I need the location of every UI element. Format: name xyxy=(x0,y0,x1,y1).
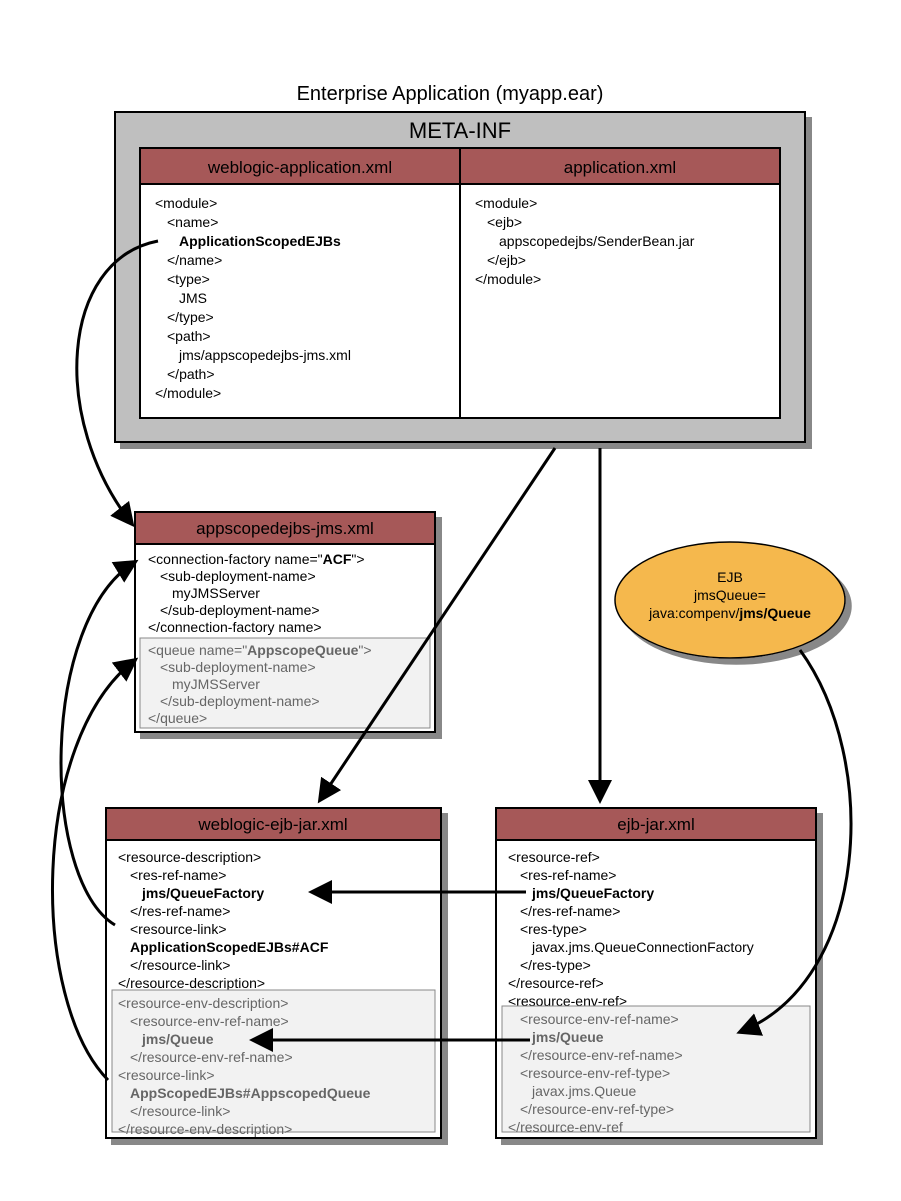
svg-text:</resource-env-ref: </resource-env-ref xyxy=(508,1119,623,1135)
jms-xml-header: appscopedejbs-jms.xml xyxy=(196,519,374,538)
svg-text:<resource-env-ref-name>: <resource-env-ref-name> xyxy=(520,1011,679,1027)
svg-text:<res-ref-name>: <res-ref-name> xyxy=(130,867,226,883)
svg-text:</resource-env-description>: </resource-env-description> xyxy=(118,1121,292,1137)
svg-text:</module>: </module> xyxy=(155,385,221,401)
metainf-label: META-INF xyxy=(409,118,511,143)
svg-text:<sub-deployment-name>: <sub-deployment-name> xyxy=(160,659,316,675)
svg-text:myJMSServer: myJMSServer xyxy=(172,585,260,601)
svg-text:</sub-deployment-name>: </sub-deployment-name> xyxy=(160,602,320,618)
svg-text:</resource-ref>: </resource-ref> xyxy=(508,975,604,991)
svg-text:</resource-link>: </resource-link> xyxy=(130,1103,230,1119)
svg-text:appscopedejbs/SenderBean.jar: appscopedejbs/SenderBean.jar xyxy=(499,233,695,249)
svg-text:</resource-description>: </resource-description> xyxy=(118,975,265,991)
svg-text:JMS: JMS xyxy=(179,290,207,306)
svg-text:</path>: </path> xyxy=(167,366,215,382)
svg-text:<res-type>: <res-type> xyxy=(520,921,587,937)
wl-ejb-jar-box: weblogic-ejb-jar.xml <resource-descripti… xyxy=(106,808,441,1138)
svg-text:AppScopedEJBs#AppscopedQueue: AppScopedEJBs#AppscopedQueue xyxy=(130,1085,371,1101)
wl-ejb-jar-header: weblogic-ejb-jar.xml xyxy=(197,815,347,834)
svg-text:jms/Queue: jms/Queue xyxy=(141,1031,214,1047)
svg-text:<type>: <type> xyxy=(167,271,210,287)
jms-xml-box: appscopedejbs-jms.xml <connection-factor… xyxy=(135,512,435,732)
svg-text:<name>: <name> xyxy=(167,214,218,230)
svg-text:<resource-description>: <resource-description> xyxy=(118,849,261,865)
svg-text:</res-ref-name>: </res-ref-name> xyxy=(130,903,230,919)
svg-text:</sub-deployment-name>: </sub-deployment-name> xyxy=(160,693,320,709)
app-xml-header: application.xml xyxy=(564,158,676,177)
svg-text:</resource-env-ref-name>: </resource-env-ref-name> xyxy=(130,1049,293,1065)
svg-text:jms/QueueFactory: jms/QueueFactory xyxy=(141,885,264,901)
svg-text:<ejb>: <ejb> xyxy=(487,214,522,230)
svg-text:<res-ref-name>: <res-ref-name> xyxy=(520,867,616,883)
svg-text:<module>: <module> xyxy=(475,195,537,211)
svg-text:</queue>: </queue> xyxy=(148,710,207,726)
svg-text:myJMSServer: myJMSServer xyxy=(172,676,260,692)
ejb-title: EJB xyxy=(717,569,743,585)
ejb-line1: jmsQueue= xyxy=(693,587,766,603)
svg-text:<resource-env-ref-name>: <resource-env-ref-name> xyxy=(130,1013,289,1029)
svg-text:<sub-deployment-name>: <sub-deployment-name> xyxy=(160,568,316,584)
ejb-jar-box: ejb-jar.xml <resource-ref> <res-ref-name>… xyxy=(496,808,816,1138)
svg-text:</res-ref-name>: </res-ref-name> xyxy=(520,903,620,919)
svg-text:jms/Queue: jms/Queue xyxy=(531,1029,604,1045)
svg-text:jms/QueueFactory: jms/QueueFactory xyxy=(531,885,654,901)
svg-text:javax.jms.Queue: javax.jms.Queue xyxy=(531,1083,636,1099)
wl-app-xml-header: weblogic-application.xml xyxy=(207,158,392,177)
svg-text:<resource-ref>: <resource-ref> xyxy=(508,849,600,865)
svg-text:<module>: <module> xyxy=(155,195,217,211)
svg-text:</resource-link>: </resource-link> xyxy=(130,957,230,973)
svg-text:ApplicationScopedEJBs#ACF: ApplicationScopedEJBs#ACF xyxy=(130,939,329,955)
metainf-container: META-INF weblogic-application.xml applic… xyxy=(115,112,805,442)
svg-text:<resource-link>: <resource-link> xyxy=(130,921,227,937)
ejb-line2: java:compenv/jms/Queue xyxy=(648,605,811,621)
svg-text:</name>: </name> xyxy=(167,252,222,268)
svg-text:</module>: </module> xyxy=(475,271,541,287)
ejb-jar-header: ejb-jar.xml xyxy=(617,815,694,834)
svg-text:</type>: </type> xyxy=(167,309,214,325)
diagram-title: Enterprise Application (myapp.ear) xyxy=(297,83,604,105)
svg-text:ApplicationScopedEJBs: ApplicationScopedEJBs xyxy=(179,233,341,249)
svg-text:<connection-factory name="ACF": <connection-factory name="ACF"> xyxy=(148,551,365,567)
svg-text:<path>: <path> xyxy=(167,328,211,344)
svg-text:</connection-factory name>: </connection-factory name> xyxy=(148,619,322,635)
svg-text:<resource-env-ref-type>: <resource-env-ref-type> xyxy=(520,1065,670,1081)
svg-text:javax.jms.QueueConnectionFacto: javax.jms.QueueConnectionFactory xyxy=(531,939,754,955)
svg-text:</res-type>: </res-type> xyxy=(520,957,591,973)
svg-text:<resource-env-description>: <resource-env-description> xyxy=(118,995,288,1011)
svg-text:</resource-env-ref-type>: </resource-env-ref-type> xyxy=(520,1101,674,1117)
svg-text:<resource-link>: <resource-link> xyxy=(118,1067,215,1083)
svg-text:</resource-env-ref-name>: </resource-env-ref-name> xyxy=(520,1047,683,1063)
svg-text:<queue name="AppscopeQueue">: <queue name="AppscopeQueue"> xyxy=(148,642,372,658)
svg-text:</ejb>: </ejb> xyxy=(487,252,526,268)
ejb-ellipse: EJB jmsQueue= java:compenv/jms/Queue xyxy=(615,542,845,658)
svg-text:jms/appscopedejbs-jms.xml: jms/appscopedejbs-jms.xml xyxy=(178,347,351,363)
